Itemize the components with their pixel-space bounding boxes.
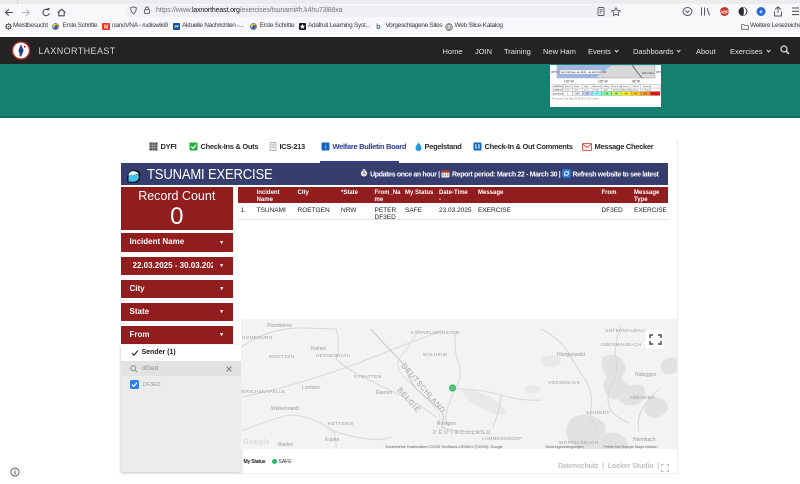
svg-text:Kelmis: Kelmis xyxy=(311,346,327,352)
svg-text:Violent: Violent xyxy=(632,85,639,88)
svg-text:IX: IX xyxy=(634,92,637,95)
svg-text:Fehler bei Google Maps melden: Fehler bei Google Maps melden xyxy=(603,444,657,449)
svg-text:WALHEIM: WALHEIM xyxy=(423,352,447,357)
svg-text:Not felt: Not felt xyxy=(565,85,572,88)
svg-text:Light: Light xyxy=(603,88,608,91)
svg-text:LAMMERSDORF: LAMMERSDORF xyxy=(482,436,522,441)
svg-text:100 miles: 100 miles xyxy=(642,71,655,75)
svg-text:II-III: II-III xyxy=(575,92,579,95)
svg-text:D E U T S C H L A N D: D E U T S C H L A N D xyxy=(433,430,491,436)
svg-text:Strong: Strong xyxy=(603,85,609,88)
svg-text:SHAKING: SHAKING xyxy=(553,85,563,88)
svg-text:Hürtgenwald: Hürtgenwald xyxy=(557,352,585,358)
svg-text:MONTZEN: MONTZEN xyxy=(269,354,295,359)
svg-text:36°N: 36°N xyxy=(656,70,662,74)
svg-text:Kurzbefehle: Kurzbefehle xyxy=(385,444,406,449)
svg-text:DAMAGE: DAMAGE xyxy=(553,88,563,91)
svg-text:HOMBOURG: HOMBOURG xyxy=(242,335,273,340)
svg-text:Google: Google xyxy=(243,439,270,446)
svg-text:Very strong: Very strong xyxy=(612,85,622,88)
svg-text:Lontzen: Lontzen xyxy=(302,385,320,391)
svg-text:102°W: 102°W xyxy=(564,79,574,83)
svg-text:EYNATTEN: EYNATTEN xyxy=(354,374,381,379)
svg-text:e: e xyxy=(759,10,762,16)
svg-text:Severe: Severe xyxy=(623,86,630,88)
svg-text:Weak: Weak xyxy=(574,86,579,88)
svg-text:Moderate: Moderate xyxy=(593,85,602,88)
svg-text:IV: IV xyxy=(586,92,589,95)
svg-text:Eupen: Eupen xyxy=(325,437,340,443)
svg-text:KORNELIMÜNSTER: KORNELIMÜNSTER xyxy=(411,329,460,335)
svg-text:Nideggen: Nideggen xyxy=(635,372,657,378)
svg-text:Heimbach: Heimbach xyxy=(633,437,656,443)
svg-text:M: M xyxy=(104,24,108,30)
svg-text:OBERMAUBACH: OBERMAUBACH xyxy=(601,342,641,347)
svg-text:VI: VI xyxy=(605,92,608,95)
svg-text:36°N: 36°N xyxy=(551,70,558,74)
svg-text:VII: VII xyxy=(614,92,617,95)
svg-text:KETTENIS: KETTENIS xyxy=(328,421,354,426)
svg-text:100°W: 100°W xyxy=(598,79,608,83)
svg-text:Extreme: Extreme xyxy=(643,85,651,88)
svg-text:Welkenraedt: Welkenraedt xyxy=(271,406,300,412)
svg-text:ABENDEN: ABENDEN xyxy=(630,395,655,400)
svg-text:Moderate: Moderate xyxy=(613,88,622,91)
svg-text:HERGENRATH: HERGENRATH xyxy=(316,353,350,358)
svg-text:VOSSENACK: VOSSENACK xyxy=(548,380,581,385)
svg-text:98°W: 98°W xyxy=(632,79,640,83)
svg-text:Baelen: Baelen xyxy=(278,442,294,448)
svg-text:SCHMIDT: SCHMIDT xyxy=(586,410,610,415)
svg-text:Nutzungsbedingungen: Nutzungsbedingungen xyxy=(545,444,583,449)
svg-text:Light: Light xyxy=(584,85,589,88)
svg-text:Roetgen: Roetgen xyxy=(437,421,456,427)
svg-text:aa bcdefaaa, aa abcd - aa abcd: aa bcdefaaa, aa abcd - aa abcd Abc 00 xyxy=(561,70,607,74)
svg-text:Processed: Sat May 28 05:08 +0: Processed: Sat May 28 05:08 +0.000 Lorem xyxy=(552,97,599,100)
svg-text:Raeren: Raeren xyxy=(376,390,393,396)
svg-text:UNTERMAUBACH: UNTERMAUBACH xyxy=(605,328,649,333)
svg-text:V. light: V. light xyxy=(593,88,599,91)
svg-text:Kartendaten ©2025 GeoBasis-DE/: Kartendaten ©2025 GeoBasis-DE/BKG (©2009… xyxy=(407,444,503,449)
svg-text:b: b xyxy=(376,24,380,30)
svg-text:EINRICHSKAPELLE: EINRICHSKAPELLE xyxy=(241,389,285,394)
svg-text:ABP: ABP xyxy=(720,9,729,14)
svg-text:Plombières: Plombières xyxy=(267,323,293,329)
svg-text:VIII: VIII xyxy=(624,92,628,95)
